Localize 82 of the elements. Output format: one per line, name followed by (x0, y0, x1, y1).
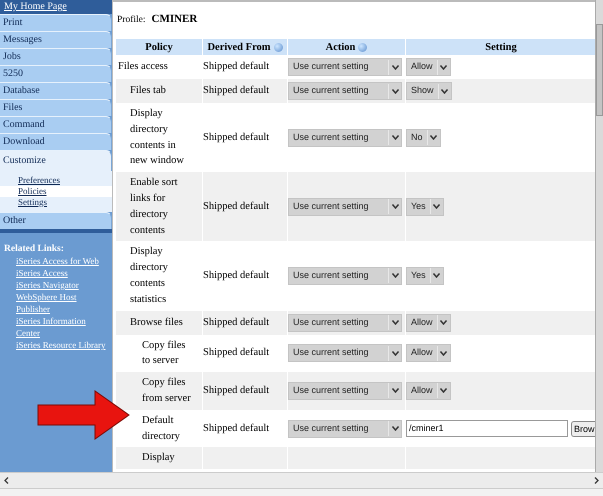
setting-dropdown[interactable]: Yes (406, 198, 444, 216)
nav-tab[interactable]: Jobs (0, 48, 112, 65)
setting-dropdown[interactable]: Allow (406, 382, 451, 400)
home-page-link[interactable]: My Home Page (0, 0, 112, 14)
action-dropdown[interactable]: Use current setting (288, 82, 402, 100)
policy-name: Display directory contents statistics (129, 245, 169, 307)
setting-dropdown[interactable]: Allow (406, 344, 451, 362)
derived-from-text: Shipped default (203, 132, 270, 143)
policy-name: Enable sort links for directory contents (129, 176, 179, 238)
derived-from-text: Shipped default (203, 200, 270, 212)
policy-name: Files access (117, 60, 169, 74)
policy-name: Browse files (129, 316, 184, 330)
nav-link[interactable]: Settings (0, 197, 112, 208)
help-icon[interactable] (358, 42, 368, 52)
directory-field[interactable]: /cminer1 (406, 420, 568, 438)
action-dropdown[interactable]: Use current setting (288, 266, 402, 285)
chevron-down-icon (392, 273, 398, 278)
nav-tab[interactable]: Messages (0, 31, 112, 48)
nav-link[interactable]: Preferences (0, 175, 112, 186)
nav-tab[interactable]: Other (0, 212, 112, 229)
profile-label: Profile: (117, 15, 146, 25)
scroll-left-icon[interactable] (4, 477, 9, 484)
chevron-down-icon (440, 350, 448, 356)
action-dropdown[interactable]: Use current setting (288, 314, 402, 332)
chevron-down-icon (433, 273, 440, 278)
nav-tab[interactable]: Database (0, 82, 112, 99)
column-header: Policy (116, 39, 202, 55)
policy-name: Default directory (141, 414, 181, 444)
derived-from-text: Shipped default (203, 385, 270, 396)
chevron-down-icon (440, 64, 448, 70)
policy-name: Copy files from server (141, 376, 192, 406)
setting-dropdown[interactable]: Yes (406, 266, 444, 285)
chevron-down-icon (433, 204, 440, 210)
chevron-down-icon (441, 88, 448, 94)
setting-dropdown[interactable]: No (406, 128, 441, 147)
derived-from-text: Shipped default (203, 270, 270, 282)
horizontal-scrollbar[interactable] (0, 472, 603, 488)
derived-from-text: Shipped default (203, 422, 270, 434)
nav-tab[interactable]: 5250 (0, 65, 112, 82)
nav-link[interactable]: Policies (0, 186, 112, 197)
nav-tab[interactable]: Files (0, 99, 112, 116)
chevron-down-icon (392, 135, 398, 140)
derived-from-text: Shipped default (203, 61, 270, 72)
policy-name: Display directory contents in new window (129, 107, 185, 168)
chevron-down-icon (440, 388, 448, 394)
column-header: Derived From (203, 39, 287, 55)
setting-dropdown[interactable]: Show (406, 82, 452, 100)
nav-tab[interactable]: Print (0, 14, 112, 31)
nav-tab[interactable]: Command (0, 116, 112, 133)
chevron-down-icon (392, 64, 398, 70)
chevron-down-icon (392, 350, 398, 356)
nav-tab[interactable]: Download (0, 133, 112, 150)
chevron-down-icon (392, 320, 398, 326)
action-dropdown[interactable]: Use current setting (288, 198, 402, 216)
chevron-down-icon (392, 388, 398, 394)
chevron-down-icon (392, 204, 398, 210)
action-dropdown[interactable]: Use current setting (288, 58, 402, 76)
chevron-down-icon (430, 135, 438, 140)
derived-from-text: Shipped default (203, 347, 270, 358)
setting-dropdown[interactable]: Allow (406, 314, 451, 332)
browse-button[interactable]: Brow (571, 420, 595, 437)
chevron-down-icon (440, 320, 448, 326)
column-header: Setting (406, 39, 595, 55)
chevron-down-icon (392, 426, 398, 432)
policy-name: Files tab (129, 84, 167, 98)
action-dropdown[interactable]: Use current setting (288, 344, 402, 362)
help-icon[interactable] (274, 42, 283, 52)
action-dropdown[interactable]: Use current setting (288, 382, 402, 400)
scroll-right-icon[interactable] (594, 477, 599, 484)
policy-name: Copy files to server (141, 338, 186, 368)
profile-name: CMINER (152, 13, 198, 25)
derived-from-text: Shipped default (203, 85, 270, 96)
derived-from-text: Shipped default (203, 316, 270, 328)
action-dropdown[interactable]: Use current setting (288, 128, 402, 147)
setting-dropdown[interactable]: Allow (406, 58, 451, 76)
action-dropdown[interactable]: Use current setting (288, 420, 402, 438)
policy-name: Display (141, 451, 176, 466)
related-links-heading: Related Links: (4, 243, 65, 255)
chevron-down-icon (392, 88, 398, 94)
column-header: Action (288, 39, 405, 55)
vertical-scrollbar[interactable] (595, 0, 603, 472)
nav-tab[interactable]: Customize (0, 150, 112, 171)
